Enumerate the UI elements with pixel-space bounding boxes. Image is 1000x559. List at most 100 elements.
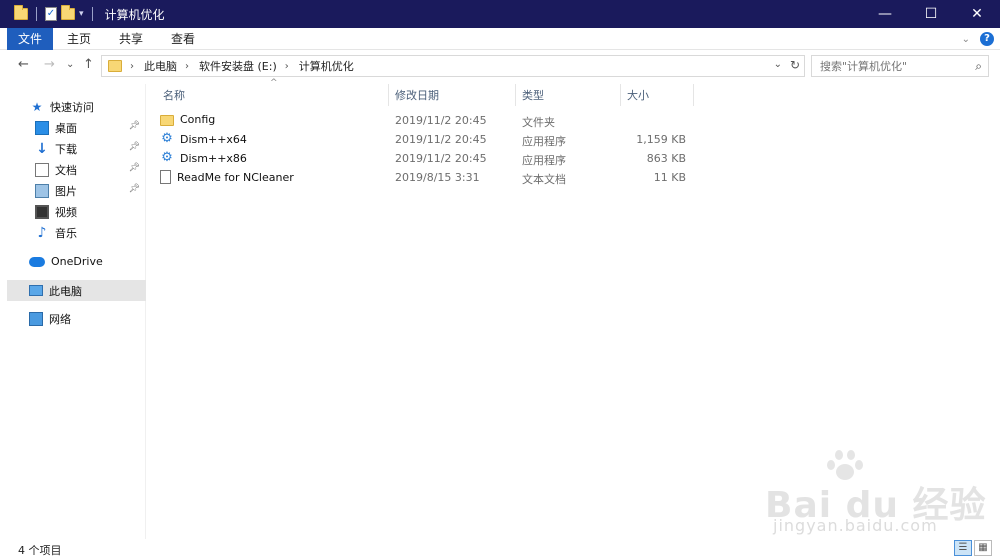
sidebar-item-label: 文档 xyxy=(55,163,77,177)
tab-view[interactable]: 查看 xyxy=(157,28,209,50)
app-icon: ⚙ xyxy=(161,150,173,165)
title-bar: ✓ ▾ 计算机优化 — ☐ ✕ xyxy=(0,0,1000,28)
large-icons-view-icon[interactable]: ▦ xyxy=(974,540,992,556)
help-icon[interactable]: ? xyxy=(980,32,994,46)
file-size: 863 KB xyxy=(646,152,686,165)
column-divider[interactable] xyxy=(388,84,389,106)
sidebar-item-label: 网络 xyxy=(49,312,71,326)
column-divider[interactable] xyxy=(620,84,621,106)
sort-ascending-icon: ^ xyxy=(270,78,278,88)
file-name: Dism++x64 xyxy=(180,132,247,146)
column-header-modified[interactable]: 修改日期 xyxy=(395,84,439,106)
sidebar-item-label: 此电脑 xyxy=(49,284,82,298)
sidebar-item-network[interactable]: 网络 xyxy=(7,308,146,329)
ribbon-tabs: 文件 主页 共享 查看 ⌄ ? xyxy=(0,27,1000,50)
column-divider[interactable] xyxy=(693,84,694,106)
document-icon xyxy=(35,162,49,177)
refresh-icon[interactable]: ↻ xyxy=(790,58,800,72)
file-row[interactable]: ⚙ Dism++x86 2019/11/2 20:45 应用程序 863 KB xyxy=(160,149,694,168)
sidebar-item-label: 下载 xyxy=(55,142,77,156)
sidebar-item-pictures[interactable]: 图片 📌︎ xyxy=(7,180,146,201)
music-icon: ♪ xyxy=(37,224,47,241)
tab-share[interactable]: 共享 xyxy=(105,28,157,50)
column-header-type[interactable]: 类型 xyxy=(522,84,544,106)
tab-file[interactable]: 文件 xyxy=(7,27,54,50)
star-icon: ★ xyxy=(31,99,43,114)
breadcrumb-drive-e[interactable]: 软件安装盘 (E:) xyxy=(199,58,277,74)
file-size: 11 KB xyxy=(653,171,686,184)
expand-ribbon-icon[interactable]: ⌄ xyxy=(962,34,970,45)
file-modified: 2019/11/2 20:45 xyxy=(395,133,487,146)
sidebar-item-label: 桌面 xyxy=(55,121,77,135)
chevron-right-icon[interactable]: › xyxy=(185,61,189,72)
navigation-bar: ← → ⌄ ↑ › 此电脑 › 软件安装盘 (E:) › 计算机优化 ⌄ ↻ ⌕ xyxy=(0,51,1000,81)
search-box[interactable]: ⌕ xyxy=(811,55,989,77)
file-name: ReadMe for NCleaner xyxy=(177,170,294,184)
address-bar[interactable]: › 此电脑 › 软件安装盘 (E:) › 计算机优化 ⌄ ↻ xyxy=(101,55,805,77)
sidebar-item-label: 视频 xyxy=(55,205,77,219)
app-icon: ⚙ xyxy=(161,131,173,146)
file-size: 1,159 KB xyxy=(636,133,686,146)
up-button[interactable]: ↑ xyxy=(83,57,94,72)
file-name: Config xyxy=(180,113,216,126)
column-header-name[interactable]: 名称 xyxy=(163,84,185,106)
sidebar-item-label: 音乐 xyxy=(55,226,77,240)
customize-dropdown-icon[interactable]: ▾ xyxy=(79,9,84,19)
sidebar-item-label: 图片 xyxy=(55,184,77,198)
file-type: 应用程序 xyxy=(522,154,566,167)
sidebar-item-videos[interactable]: 视频 xyxy=(7,201,146,222)
file-modified: 2019/8/15 3:31 xyxy=(395,171,480,184)
file-type: 文本文档 xyxy=(522,173,566,186)
file-row[interactable]: ReadMe for NCleaner 2019/8/15 3:31 文本文档 … xyxy=(160,168,694,187)
item-count: 4 个项目 xyxy=(18,544,62,557)
search-icon[interactable]: ⌕ xyxy=(975,59,982,74)
sidebar-item-label: 快速访问 xyxy=(50,100,94,114)
folder-icon xyxy=(14,5,28,20)
navigation-pane: ★ 快速访问 桌面 📌︎ ↓ 下载 📌︎ 文档 📌︎ 图片 📌︎ 视频 ♪ 音乐… xyxy=(7,84,146,539)
maximize-button[interactable]: ☐ xyxy=(908,0,954,28)
pin-icon[interactable]: 📌︎ xyxy=(129,121,140,131)
file-row[interactable]: Config 2019/11/2 20:45 文件夹 xyxy=(160,111,694,130)
file-row[interactable]: ⚙ Dism++x64 2019/11/2 20:45 应用程序 1,159 KB xyxy=(160,130,694,149)
chevron-down-icon[interactable]: ⌄ xyxy=(774,59,782,70)
desktop-icon xyxy=(35,120,49,135)
breadcrumb-this-pc[interactable]: 此电脑 xyxy=(144,58,177,74)
minimize-button[interactable]: — xyxy=(862,0,908,28)
video-icon xyxy=(35,204,49,219)
forward-button[interactable]: → xyxy=(44,57,55,72)
details-view-icon[interactable]: ☰ xyxy=(954,540,972,556)
column-divider[interactable] xyxy=(515,84,516,106)
properties-icon[interactable]: ✓ xyxy=(45,7,57,21)
close-button[interactable]: ✕ xyxy=(954,0,1000,28)
toolbar-divider xyxy=(91,7,93,21)
folder-icon xyxy=(160,115,174,126)
pin-icon[interactable]: 📌︎ xyxy=(129,163,140,173)
column-header-size[interactable]: 大小 xyxy=(627,84,649,106)
text-file-icon xyxy=(160,170,171,184)
breadcrumb-current-folder[interactable]: 计算机优化 xyxy=(299,58,354,74)
sidebar-item-desktop[interactable]: 桌面 📌︎ xyxy=(7,117,146,138)
tab-home[interactable]: 主页 xyxy=(53,28,105,50)
chevron-right-icon[interactable]: › xyxy=(285,61,289,72)
cloud-icon xyxy=(29,256,45,267)
window-title: 计算机优化 xyxy=(104,7,165,22)
file-type: 应用程序 xyxy=(522,135,566,148)
computer-icon xyxy=(29,285,43,296)
file-name: Dism++x86 xyxy=(180,151,247,165)
recent-locations-button[interactable]: ⌄ xyxy=(66,59,74,70)
sidebar-item-onedrive[interactable]: OneDrive xyxy=(7,251,146,272)
pin-icon[interactable]: 📌︎ xyxy=(129,142,140,152)
search-input[interactable] xyxy=(812,59,962,73)
pictures-icon xyxy=(35,183,49,198)
sidebar-item-music[interactable]: ♪ 音乐 xyxy=(7,222,146,243)
folder-icon xyxy=(108,60,122,72)
back-button[interactable]: ← xyxy=(18,57,29,72)
sidebar-item-quick-access[interactable]: ★ 快速访问 xyxy=(7,96,146,117)
pin-icon[interactable]: 📌︎ xyxy=(129,184,140,194)
sidebar-item-documents[interactable]: 文档 📌︎ xyxy=(7,159,146,180)
sidebar-item-downloads[interactable]: ↓ 下载 📌︎ xyxy=(7,138,146,159)
sidebar-item-this-pc[interactable]: 此电脑 xyxy=(7,280,146,301)
new-folder-icon[interactable] xyxy=(61,5,75,20)
baidu-watermark: Bai du 经验 jingyan.baidu.com xyxy=(765,450,990,540)
chevron-right-icon[interactable]: › xyxy=(130,61,134,72)
